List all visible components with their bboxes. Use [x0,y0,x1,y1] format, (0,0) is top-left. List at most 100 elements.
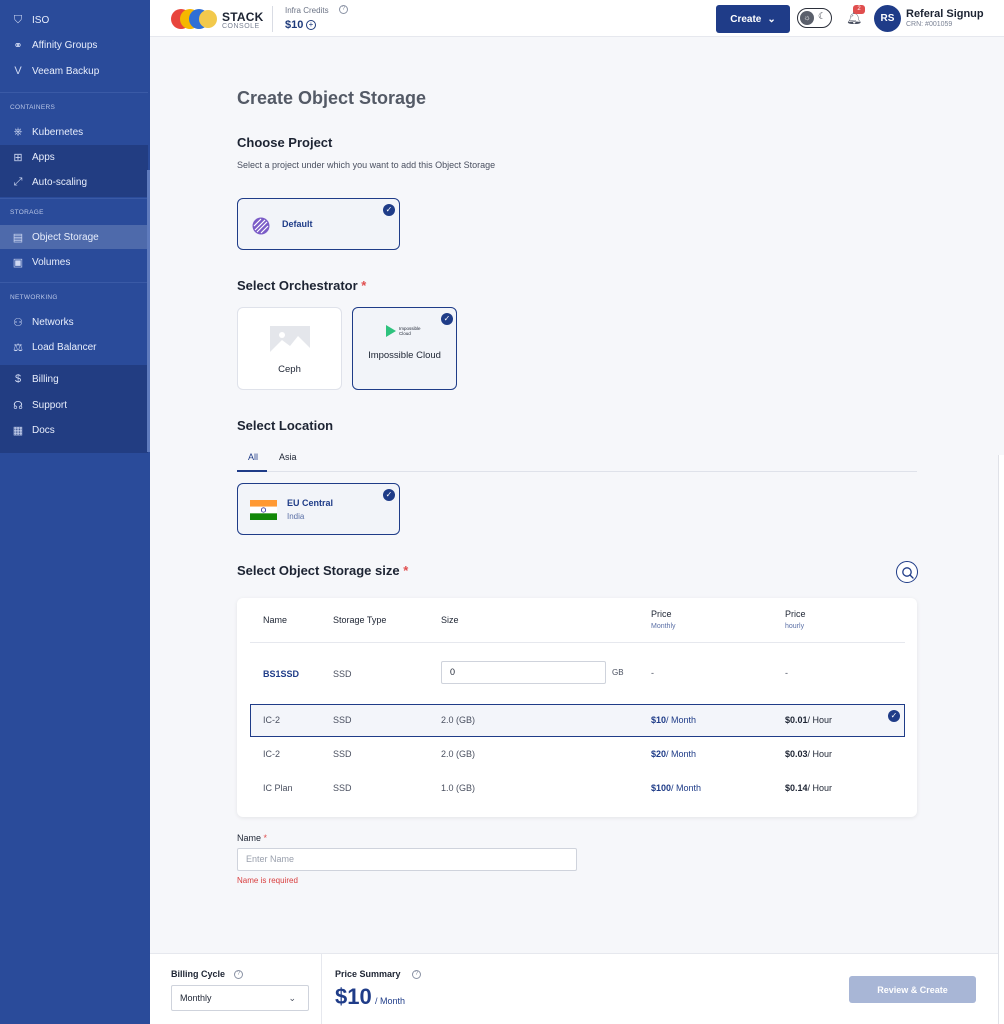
infra-credits-label: Infra Credits [285,6,329,15]
object-storage-icon: ▤ [12,231,24,244]
infra-credits-value: $10 [285,19,304,31]
sidebar-item-label: Apps [32,151,55,163]
custom-plan-type: SSD [333,669,352,679]
name-input[interactable]: Enter Name [237,848,577,871]
sidebar-item-docs[interactable]: ▦ Docs [0,418,148,442]
image-placeholder-icon [270,326,310,352]
table-row[interactable] [250,739,905,772]
orchestrator-card-ceph[interactable]: Ceph [237,307,342,390]
sidebar-divider [0,282,148,283]
billing-cycle-label: Billing Cycle [171,969,226,979]
plan-price-monthly: $10/ Month [651,715,696,725]
sidebar-scrollbar[interactable] [147,170,150,452]
sidebar-item-auto-scaling[interactable]: ⤢ Auto-scaling [0,170,148,194]
header-divider [272,6,273,32]
chevron-down-icon: ⌄ [767,13,776,25]
sidebar-section-networking: NETWORKING [10,294,58,301]
orchestrator-label: Impossible Cloud [368,350,441,361]
choose-project-title: Choose Project [237,135,333,150]
sidebar-item-load-balancer[interactable]: ⚖ Load Balancer [0,335,148,359]
sidebar-item-billing[interactable]: $ Billing [0,367,148,391]
iso-icon: ⛉ [13,13,23,26]
kubernetes-icon: ⎈ [13,125,23,138]
column-header-name: Name [263,615,288,625]
sidebar-item-label: Volumes [32,256,71,268]
user-name[interactable]: Referal Signup [906,8,984,20]
avatar[interactable]: RS [874,5,901,32]
sidebar-item-affinity-groups[interactable]: ⚭ Affinity Groups [0,33,148,57]
user-crn: CRN: #001059 [906,21,953,28]
sidebar-item-label: Auto-scaling [32,176,88,188]
page-title: Create Object Storage [237,88,427,108]
sidebar-section-storage: STORAGE [10,209,44,216]
sidebar-item-apps[interactable]: ⊞ Apps [0,145,148,169]
sidebar-item-object-storage[interactable]: ▤ Object Storage [0,225,148,249]
sidebar-item-support[interactable]: ☊ Support [0,393,148,417]
sidebar-item-label: Veeam Backup [32,65,100,77]
location-card-eu-central[interactable]: EU Central India ✓ [237,483,400,535]
auto-scaling-icon: ⤢ [13,175,23,188]
plan-size: 2.0 (GB) [441,715,476,725]
active-tab-indicator [237,470,267,472]
project-card-default[interactable]: Default ✓ [237,198,400,250]
sidebar-item-label: Object Storage [32,231,99,243]
help-icon[interactable]: ? [234,970,243,979]
sidebar-item-label: Networks [32,316,74,328]
page-scrollbar[interactable] [998,455,1004,1024]
review-create-button[interactable]: Review & Create [849,976,976,1003]
apps-icon: ⊞ [13,151,23,164]
sidebar-item-volumes[interactable]: ▣ Volumes [0,250,148,274]
size-input[interactable]: 0 [441,661,606,684]
check-icon: ✓ [888,710,900,722]
required-asterisk: * [263,833,268,843]
create-button[interactable]: Create ⌄ [716,5,790,33]
chevron-down-icon: ⌄ [288,993,296,1003]
billing-cycle-select[interactable]: Monthly ⌄ [171,985,309,1011]
sidebar-item-networks[interactable]: ⚇ Networks [0,310,148,334]
plan-price-hourly: $0.01/ Hour [785,715,832,725]
networks-icon: ⚇ [13,316,23,329]
tab-all[interactable]: All [248,452,258,462]
select-orchestrator-label: Select Orchestrator [237,278,358,293]
logo-text: STACK [222,10,264,24]
veeam-icon: V [14,65,22,77]
sidebar-item-label: Kubernetes [32,126,84,138]
sidebar-item-label: Billing [32,373,59,385]
stack-logo-icon[interactable] [170,6,218,32]
price-summary-label: Price Summary [335,969,401,979]
select-location-title: Select Location [237,418,334,433]
theme-toggle[interactable]: ☼ ☾ [797,8,832,28]
custom-plan-name: BS1SSD [263,669,300,679]
search-button[interactable] [896,561,918,583]
project-icon [252,217,270,235]
price-monthly-unit: / Month [666,715,697,725]
add-credits-icon[interactable]: + [306,20,316,30]
sidebar-item-label: Affinity Groups [32,39,98,51]
impossible-cloud-logo-text: Impossible Cloud [399,326,421,336]
volumes-icon: ▣ [12,256,24,269]
sidebar-compute-group: ⛉ ISO ⚭ Affinity Groups V Veeam Backup [0,0,148,92]
plan-type: SSD [333,715,352,725]
required-asterisk: * [361,278,367,293]
custom-plan-hourly: - [785,668,788,678]
table-row[interactable] [250,773,905,806]
sidebar-item-kubernetes[interactable]: ⎈ Kubernetes [0,120,148,144]
help-icon[interactable]: ? [339,5,348,14]
help-icon[interactable]: ? [412,970,421,979]
select-orchestrator-title: Select Orchestrator * [237,278,366,293]
sidebar-item-iso[interactable]: ⛉ ISO [0,8,148,32]
create-button-label: Create [730,13,762,25]
price-monthly-value: $10 [651,715,667,725]
load-balancer-icon: ⚖ [13,341,23,354]
column-header-price-hourly: Price [785,609,806,619]
header-divider [250,642,905,643]
tab-asia[interactable]: Asia [279,452,297,462]
orchestrator-card-impossible-cloud[interactable]: Impossible Cloud Impossible Cloud ✓ [352,307,457,390]
dollar-icon: $ [14,373,22,385]
sidebar-item-veeam-backup[interactable]: V Veeam Backup [0,59,148,83]
india-flag-icon [250,500,277,520]
orchestrator-label: Ceph [278,364,301,375]
impossible-cloud-logo-icon [386,325,396,337]
choose-project-description: Select a project under which you want to… [237,160,496,170]
billing-cycle-value: Monthly [180,993,212,1003]
